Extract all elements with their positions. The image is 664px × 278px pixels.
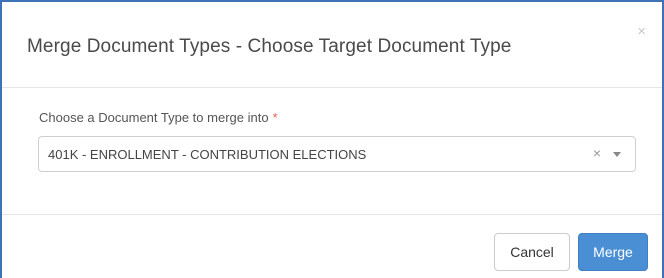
dialog-header: Merge Document Types - Choose Target Doc… — [2, 2, 662, 88]
merge-dialog: Merge Document Types - Choose Target Doc… — [0, 0, 664, 278]
document-type-select[interactable]: 401K - ENROLLMENT - CONTRIBUTION ELECTIO… — [38, 136, 636, 172]
merge-button[interactable]: Merge — [578, 233, 648, 271]
document-type-label: Choose a Document Type to merge into * — [39, 110, 278, 125]
clear-selection-icon[interactable]: × — [593, 146, 601, 160]
required-marker: * — [272, 110, 278, 125]
footer-divider — [2, 214, 662, 215]
dialog-title: Merge Document Types - Choose Target Doc… — [27, 36, 512, 57]
document-type-label-text: Choose a Document Type to merge into — [39, 110, 269, 125]
document-type-selected-value: 401K - ENROLLMENT - CONTRIBUTION ELECTIO… — [48, 147, 367, 162]
chevron-down-icon[interactable] — [613, 152, 621, 157]
dialog-body: Choose a Document Type to merge into * 40… — [2, 88, 662, 214]
cancel-button[interactable]: Cancel — [494, 233, 570, 271]
close-icon[interactable]: × — [637, 24, 646, 39]
